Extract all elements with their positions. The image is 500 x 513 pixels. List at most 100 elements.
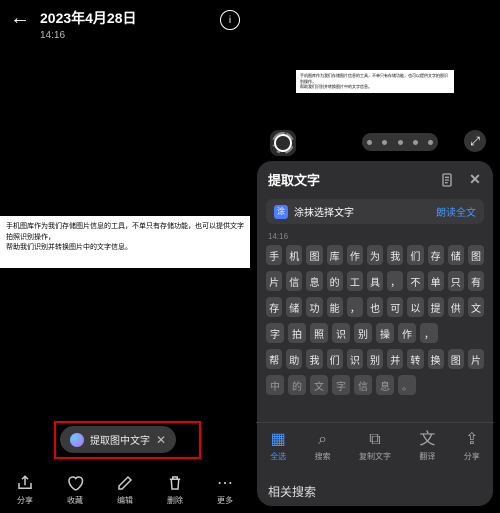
photo-text-region: 手机图库作为我们存储图片信息的工具，不单只有存储功能，也可以提供文字拍照识别操作… [0,216,250,268]
tab-select-all[interactable]: ▦ 全选 [270,432,286,462]
back-icon[interactable]: ← [10,8,30,28]
char-cell[interactable]: 照 [310,323,328,343]
char-cell[interactable]: 不 [407,271,423,291]
char-cell[interactable]: 供 [448,297,464,317]
body-time-label: 14:16 [268,232,484,241]
smear-select-bar[interactable]: 涂 涂抹选择文字 朗读全文 [266,199,484,224]
more-button[interactable]: ⋯ 更多 [216,474,234,506]
char-cell[interactable]: ， [347,297,363,317]
close-icon[interactable]: ✕ [156,433,166,447]
char-cell[interactable]: 存 [428,245,444,265]
tab-translate-label: 翻译 [419,451,435,462]
char-cell[interactable]: 工 [347,271,363,291]
related-search-label[interactable]: 相关搜索 [268,483,316,500]
char-cell[interactable]: 库 [327,245,343,265]
char-cell[interactable]: 为 [367,245,383,265]
tab-share[interactable]: ⇪ 分享 [464,432,480,462]
char-cell[interactable]: 能 [327,297,343,317]
read-all-link[interactable]: 朗读全文 [436,204,476,219]
char-cell[interactable]: 助 [286,349,302,369]
char-cell[interactable]: 图 [468,245,484,265]
char-cell[interactable]: 也 [367,297,383,317]
tab-translate[interactable]: 文 翻译 [419,432,435,462]
char-row: 片信息的工具，不单只有 [266,271,484,291]
char-cell[interactable]: 信 [354,375,372,395]
char-cell[interactable]: 的 [288,375,306,395]
char-cell[interactable]: 片 [468,349,484,369]
char-cell[interactable]: 帮 [266,349,282,369]
char-cell[interactable]: 作 [398,323,416,343]
char-cell[interactable]: 图 [306,245,322,265]
char-cell[interactable]: 息 [306,271,322,291]
char-cell[interactable]: 储 [286,297,302,317]
share-label: 分享 [17,495,33,506]
char-cell[interactable]: 可 [387,297,403,317]
char-cell[interactable]: 识 [332,323,350,343]
char-cell[interactable]: 具 [367,271,383,291]
photo-text-line-1: 手机图库作为我们存储图片信息的工具，不单只有存储功能，也可以提供文字拍照识别操作… [6,222,244,243]
char-row: 字拍照识别操作， [266,323,484,343]
extract-text-label: 提取图中文字 [90,432,150,447]
char-cell[interactable]: 转 [407,349,423,369]
char-cell[interactable]: 别 [354,323,372,343]
char-cell[interactable]: 只 [448,271,464,291]
char-cell[interactable]: 片 [266,271,282,291]
char-cell[interactable]: 我 [306,349,322,369]
expand-icon[interactable]: ⤢ [464,130,486,152]
tab-copy[interactable]: ⧉ 复制文字 [359,432,391,462]
mini-text-line-2: 帮助我们识别并转换图片中的文字信息。 [300,84,450,90]
char-row: 帮助我们识别并转换图片 [266,349,484,369]
char-cell[interactable]: 的 [327,271,343,291]
extract-text-panel: 提取文字 ✕ 涂 涂抹选择文字 朗读全文 14:16 手机图库作为我们存储图片信… [256,160,494,507]
char-row: 存储功能，也可以提供文 [266,297,484,317]
panel-tabbar: ▦ 全选 ⌕ 搜索 ⧉ 复制文字 文 翻译 ⇪ 分享 [256,422,494,471]
share-button[interactable]: 分享 [16,474,34,506]
char-cell[interactable]: 机 [286,245,302,265]
char-cell[interactable]: 存 [266,297,282,317]
favorite-button[interactable]: 收藏 [66,474,84,506]
char-cell[interactable]: 中 [266,375,284,395]
page-dots-slider[interactable] [362,133,438,151]
char-cell[interactable]: 作 [347,245,363,265]
char-cell[interactable]: 字 [266,323,284,343]
extract-text-pill[interactable]: 提取图中文字 ✕ [60,426,176,453]
char-cell[interactable]: 字 [332,375,350,395]
char-cell[interactable]: 操 [376,323,394,343]
char-cell[interactable]: 息 [376,375,394,395]
char-row: 中的文字信息。 [266,375,484,395]
char-cell[interactable]: 信 [286,271,302,291]
char-cell[interactable]: 功 [306,297,322,317]
char-cell[interactable]: ， [387,271,403,291]
tab-search[interactable]: ⌕ 搜索 [315,432,331,462]
tab-share-label: 分享 [464,451,480,462]
extract-text-screen-right: 手机图库作为我们存储图片信息的工具，不单只有存储功能，也可以提供文字拍照识别操作… [250,0,500,513]
char-cell[interactable]: 别 [367,349,383,369]
char-cell[interactable]: 们 [327,349,343,369]
tab-select-all-label: 全选 [270,451,286,462]
close-panel-icon[interactable]: ✕ [466,171,484,189]
char-cell[interactable]: 拍 [288,323,306,343]
char-cell[interactable]: ， [420,323,438,343]
tab-copy-label: 复制文字 [359,451,391,462]
char-cell[interactable]: 图 [448,349,464,369]
char-cell[interactable]: 以 [407,297,423,317]
char-cell[interactable]: 储 [448,245,464,265]
char-cell[interactable]: 并 [387,349,403,369]
edit-button[interactable]: 编辑 [116,474,134,506]
char-cell[interactable]: 识 [347,349,363,369]
lens-button[interactable] [270,130,296,156]
char-cell[interactable]: 。 [398,375,416,395]
delete-button[interactable]: 删除 [166,474,184,506]
char-cell[interactable]: 我 [387,245,403,265]
char-cell[interactable]: 文 [310,375,328,395]
char-cell[interactable]: 手 [266,245,282,265]
char-row: 手机图库作为我们存储图 [266,245,484,265]
char-cell[interactable]: 提 [428,297,444,317]
char-cell[interactable]: 们 [407,245,423,265]
info-icon[interactable]: i [220,10,240,30]
document-icon[interactable] [438,171,456,189]
char-cell[interactable]: 文 [468,297,484,317]
char-cell[interactable]: 有 [468,271,484,291]
char-cell[interactable]: 单 [428,271,444,291]
char-cell[interactable]: 换 [428,349,444,369]
